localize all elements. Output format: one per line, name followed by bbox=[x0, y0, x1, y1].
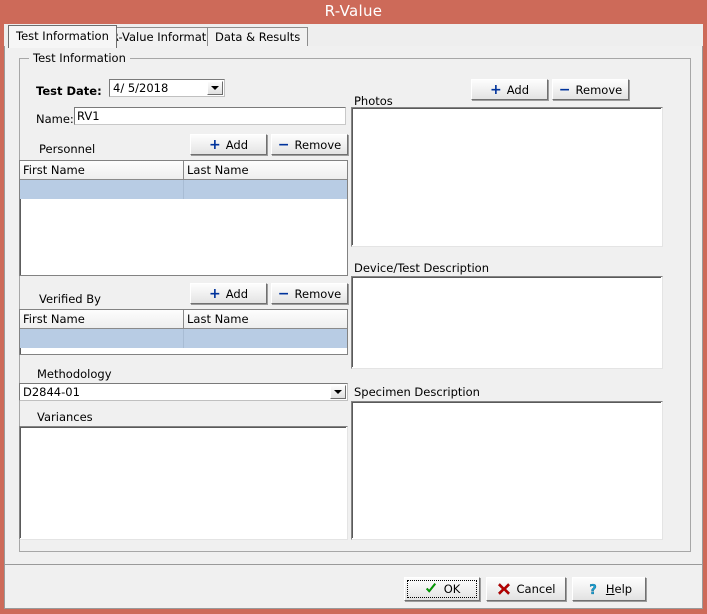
verified-by-label: Verified By bbox=[39, 292, 101, 306]
plus-icon: + bbox=[209, 289, 221, 299]
tab-test-information-label: Test Information bbox=[16, 29, 109, 43]
verified-by-remove-label: Remove bbox=[295, 287, 342, 301]
verified-by-remove-button[interactable]: − Remove bbox=[271, 283, 348, 304]
personnel-grid[interactable]: First Name Last Name bbox=[19, 160, 348, 276]
cancel-button-label: Cancel bbox=[517, 582, 556, 596]
test-date-dropdown-arrow-icon[interactable] bbox=[207, 81, 223, 95]
photos-remove-button[interactable]: − Remove bbox=[552, 79, 629, 100]
r-value-dialog-window: R-Value Test Information R-Value Informa… bbox=[0, 0, 707, 614]
table-row[interactable] bbox=[20, 329, 347, 348]
photos-remove-label: Remove bbox=[576, 83, 623, 97]
cancel-button[interactable]: Cancel bbox=[486, 577, 566, 601]
minus-icon: − bbox=[278, 141, 290, 149]
plus-icon: + bbox=[209, 140, 221, 150]
test-information-groupbox-legend: Test Information bbox=[29, 51, 130, 65]
table-row[interactable] bbox=[20, 180, 347, 199]
test-date-label: Test Date: bbox=[36, 84, 102, 98]
personnel-cell-first-name[interactable] bbox=[20, 180, 184, 199]
dialog-button-bar: OK Cancel ? Help bbox=[4, 564, 703, 609]
personnel-grid-header: First Name Last Name bbox=[20, 161, 347, 180]
verified-by-cell-first-name[interactable] bbox=[20, 329, 184, 348]
personnel-add-button[interactable]: + Add bbox=[190, 134, 267, 155]
verified-by-add-label: Add bbox=[226, 287, 248, 301]
test-date-value: 4/ 5/2018 bbox=[113, 80, 205, 96]
svg-text:?: ? bbox=[589, 583, 597, 596]
personnel-remove-label: Remove bbox=[295, 138, 342, 152]
name-label: Name: bbox=[36, 112, 74, 126]
personnel-remove-button[interactable]: − Remove bbox=[271, 134, 348, 155]
tab-content-test-information: Test Information Test Date: 4/ 5/2018 Na… bbox=[4, 46, 703, 564]
photos-add-button[interactable]: + Add bbox=[471, 79, 548, 100]
specimen-description-textarea[interactable] bbox=[351, 401, 663, 540]
personnel-label: Personnel bbox=[39, 142, 95, 156]
help-button-label: Help bbox=[606, 582, 632, 596]
device-test-description-textarea[interactable] bbox=[351, 276, 663, 369]
methodology-label: Methodology bbox=[37, 367, 112, 381]
verified-by-column-last-name[interactable]: Last Name bbox=[184, 310, 347, 328]
personnel-add-label: Add bbox=[226, 138, 248, 152]
photos-label: Photos bbox=[354, 94, 393, 108]
minus-icon: − bbox=[278, 290, 290, 298]
check-icon bbox=[424, 582, 438, 596]
ok-button[interactable]: OK bbox=[404, 577, 480, 601]
methodology-select[interactable]: D2844-01 bbox=[19, 383, 348, 401]
help-button-accelerator: H bbox=[606, 582, 615, 596]
verified-by-cell-last-name[interactable] bbox=[184, 329, 347, 348]
tab-data-results-label: Data & Results bbox=[215, 30, 300, 44]
minus-icon: − bbox=[559, 86, 571, 94]
help-button-rest: elp bbox=[615, 582, 633, 596]
test-date-picker[interactable]: 4/ 5/2018 bbox=[109, 79, 225, 97]
variances-textarea[interactable] bbox=[19, 426, 348, 540]
photos-add-label: Add bbox=[507, 83, 529, 97]
ok-button-label: OK bbox=[444, 582, 461, 596]
verified-by-grid[interactable]: First Name Last Name bbox=[19, 309, 348, 355]
verified-by-add-button[interactable]: + Add bbox=[190, 283, 267, 304]
personnel-column-first-name[interactable]: First Name bbox=[20, 161, 184, 179]
tab-data-results[interactable]: Data & Results bbox=[207, 27, 308, 47]
specimen-description-label: Specimen Description bbox=[354, 385, 480, 399]
name-input[interactable]: RV1 bbox=[74, 107, 346, 125]
methodology-dropdown-arrow-icon[interactable] bbox=[330, 385, 346, 399]
verified-by-grid-header: First Name Last Name bbox=[20, 310, 347, 329]
window-title: R-Value bbox=[325, 2, 383, 20]
tab-test-information[interactable]: Test Information bbox=[8, 25, 117, 48]
cross-icon bbox=[497, 582, 511, 596]
photos-list[interactable] bbox=[351, 107, 663, 247]
verified-by-column-first-name[interactable]: First Name bbox=[20, 310, 184, 328]
personnel-cell-last-name[interactable] bbox=[184, 180, 347, 199]
personnel-column-last-name[interactable]: Last Name bbox=[184, 161, 347, 179]
variances-label: Variances bbox=[37, 410, 93, 424]
plus-icon: + bbox=[490, 85, 502, 95]
window-title-bar: R-Value bbox=[0, 0, 707, 24]
methodology-value: D2844-01 bbox=[23, 384, 328, 400]
help-button[interactable]: ? Help bbox=[572, 577, 646, 601]
question-icon: ? bbox=[586, 582, 600, 596]
device-test-description-label: Device/Test Description bbox=[354, 261, 489, 275]
tab-strip: Test Information R-Value Information Dat… bbox=[4, 24, 703, 47]
